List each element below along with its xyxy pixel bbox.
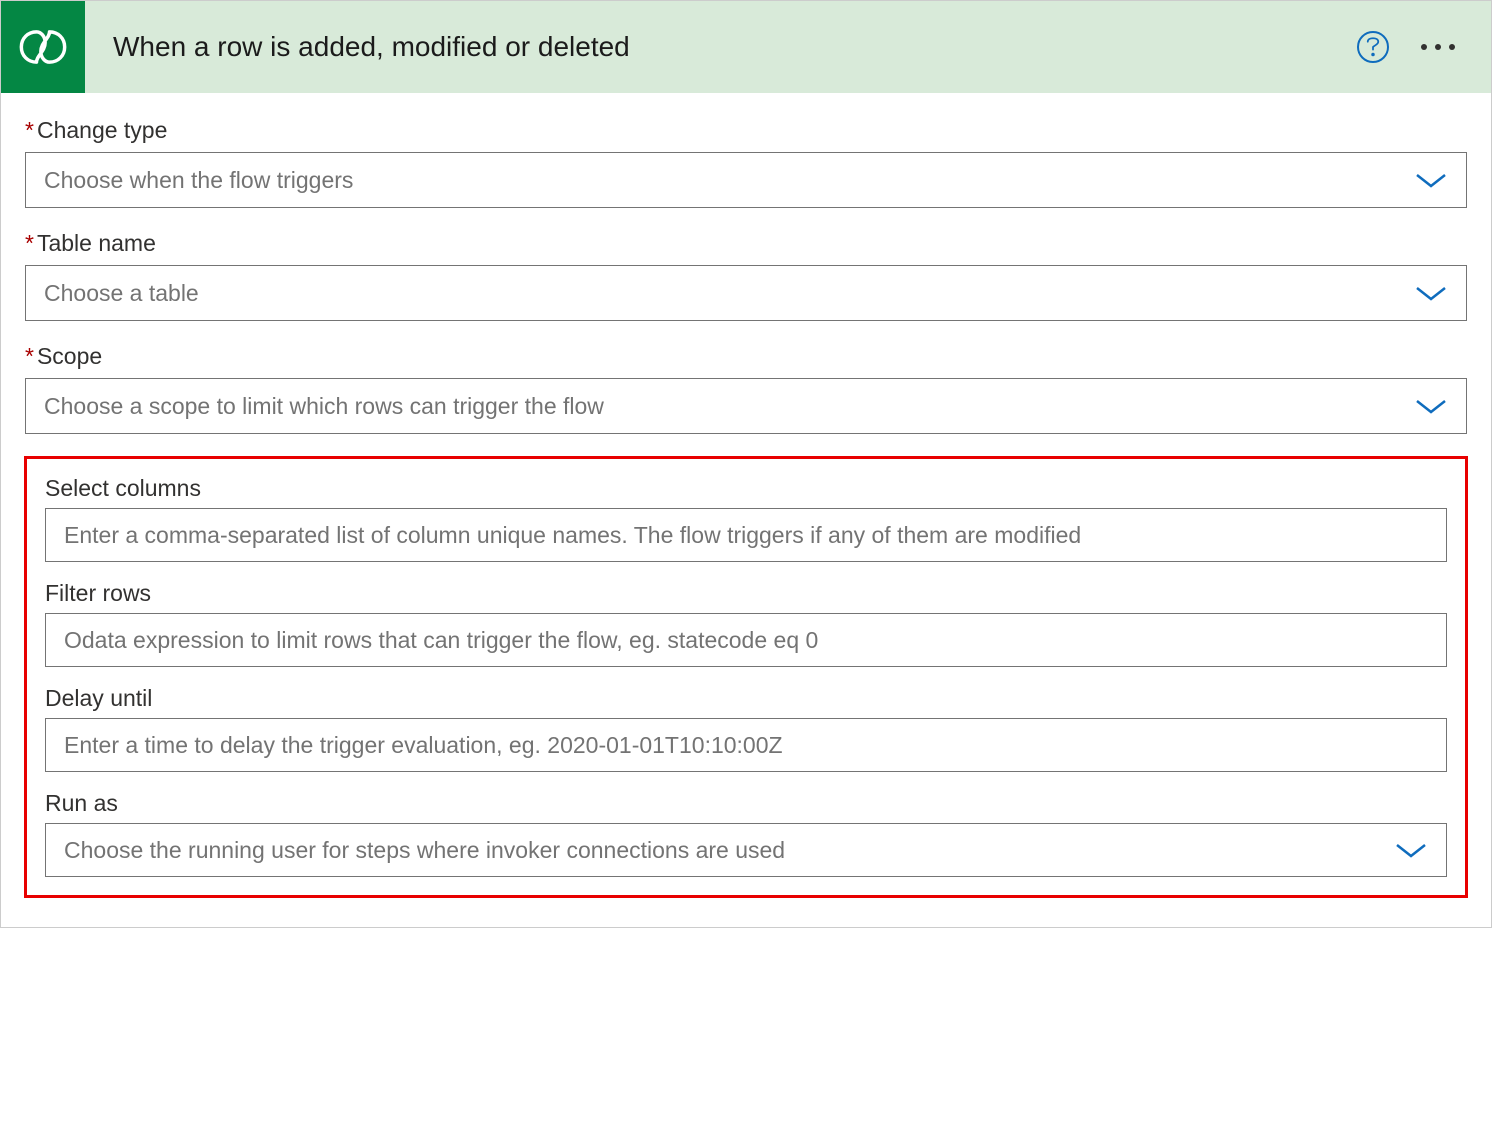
change-type-select[interactable]: Choose when the flow triggers bbox=[25, 152, 1467, 208]
label-text: Change type bbox=[37, 117, 167, 143]
chevron-down-icon bbox=[1414, 284, 1448, 302]
required-marker: * bbox=[25, 343, 34, 369]
run-as-label: Run as bbox=[45, 790, 1447, 817]
delay-until-input[interactable] bbox=[45, 718, 1447, 772]
more-menu-icon[interactable] bbox=[1413, 36, 1463, 58]
chevron-down-icon bbox=[1414, 171, 1448, 189]
card-header: When a row is added, modified or deleted bbox=[1, 1, 1491, 93]
run-as-select[interactable]: Choose the running user for steps where … bbox=[45, 823, 1447, 877]
field-run-as: Run as Choose the running user for steps… bbox=[45, 790, 1447, 877]
delay-until-label: Delay until bbox=[45, 685, 1447, 712]
change-type-label: *Change type bbox=[25, 117, 1467, 144]
table-name-select[interactable]: Choose a table bbox=[25, 265, 1467, 321]
filter-rows-label: Filter rows bbox=[45, 580, 1447, 607]
advanced-options-highlight: Select columns Filter rows Delay until R… bbox=[24, 456, 1468, 898]
field-scope: *Scope Choose a scope to limit which row… bbox=[25, 343, 1467, 434]
filter-rows-input[interactable] bbox=[45, 613, 1447, 667]
label-text: Table name bbox=[37, 230, 156, 256]
required-marker: * bbox=[25, 117, 34, 143]
scope-label: *Scope bbox=[25, 343, 1467, 370]
field-filter-rows: Filter rows bbox=[45, 580, 1447, 667]
select-placeholder: Choose when the flow triggers bbox=[44, 167, 353, 194]
scope-select[interactable]: Choose a scope to limit which rows can t… bbox=[25, 378, 1467, 434]
card-title: When a row is added, modified or deleted bbox=[85, 31, 1357, 63]
field-select-columns: Select columns bbox=[45, 475, 1447, 562]
label-text: Scope bbox=[37, 343, 102, 369]
select-placeholder: Choose a scope to limit which rows can t… bbox=[44, 393, 604, 420]
help-icon[interactable] bbox=[1357, 31, 1389, 63]
chevron-down-icon bbox=[1414, 397, 1448, 415]
card-body: *Change type Choose when the flow trigge… bbox=[1, 93, 1491, 927]
field-delay-until: Delay until bbox=[45, 685, 1447, 772]
select-columns-label: Select columns bbox=[45, 475, 1447, 502]
select-placeholder: Choose the running user for steps where … bbox=[64, 837, 785, 864]
chevron-down-icon bbox=[1394, 841, 1428, 859]
select-placeholder: Choose a table bbox=[44, 280, 199, 307]
dataverse-icon bbox=[1, 1, 85, 93]
select-columns-input[interactable] bbox=[45, 508, 1447, 562]
trigger-card: When a row is added, modified or deleted… bbox=[0, 0, 1492, 928]
field-table-name: *Table name Choose a table bbox=[25, 230, 1467, 321]
table-name-label: *Table name bbox=[25, 230, 1467, 257]
required-marker: * bbox=[25, 230, 34, 256]
field-change-type: *Change type Choose when the flow trigge… bbox=[25, 117, 1467, 208]
